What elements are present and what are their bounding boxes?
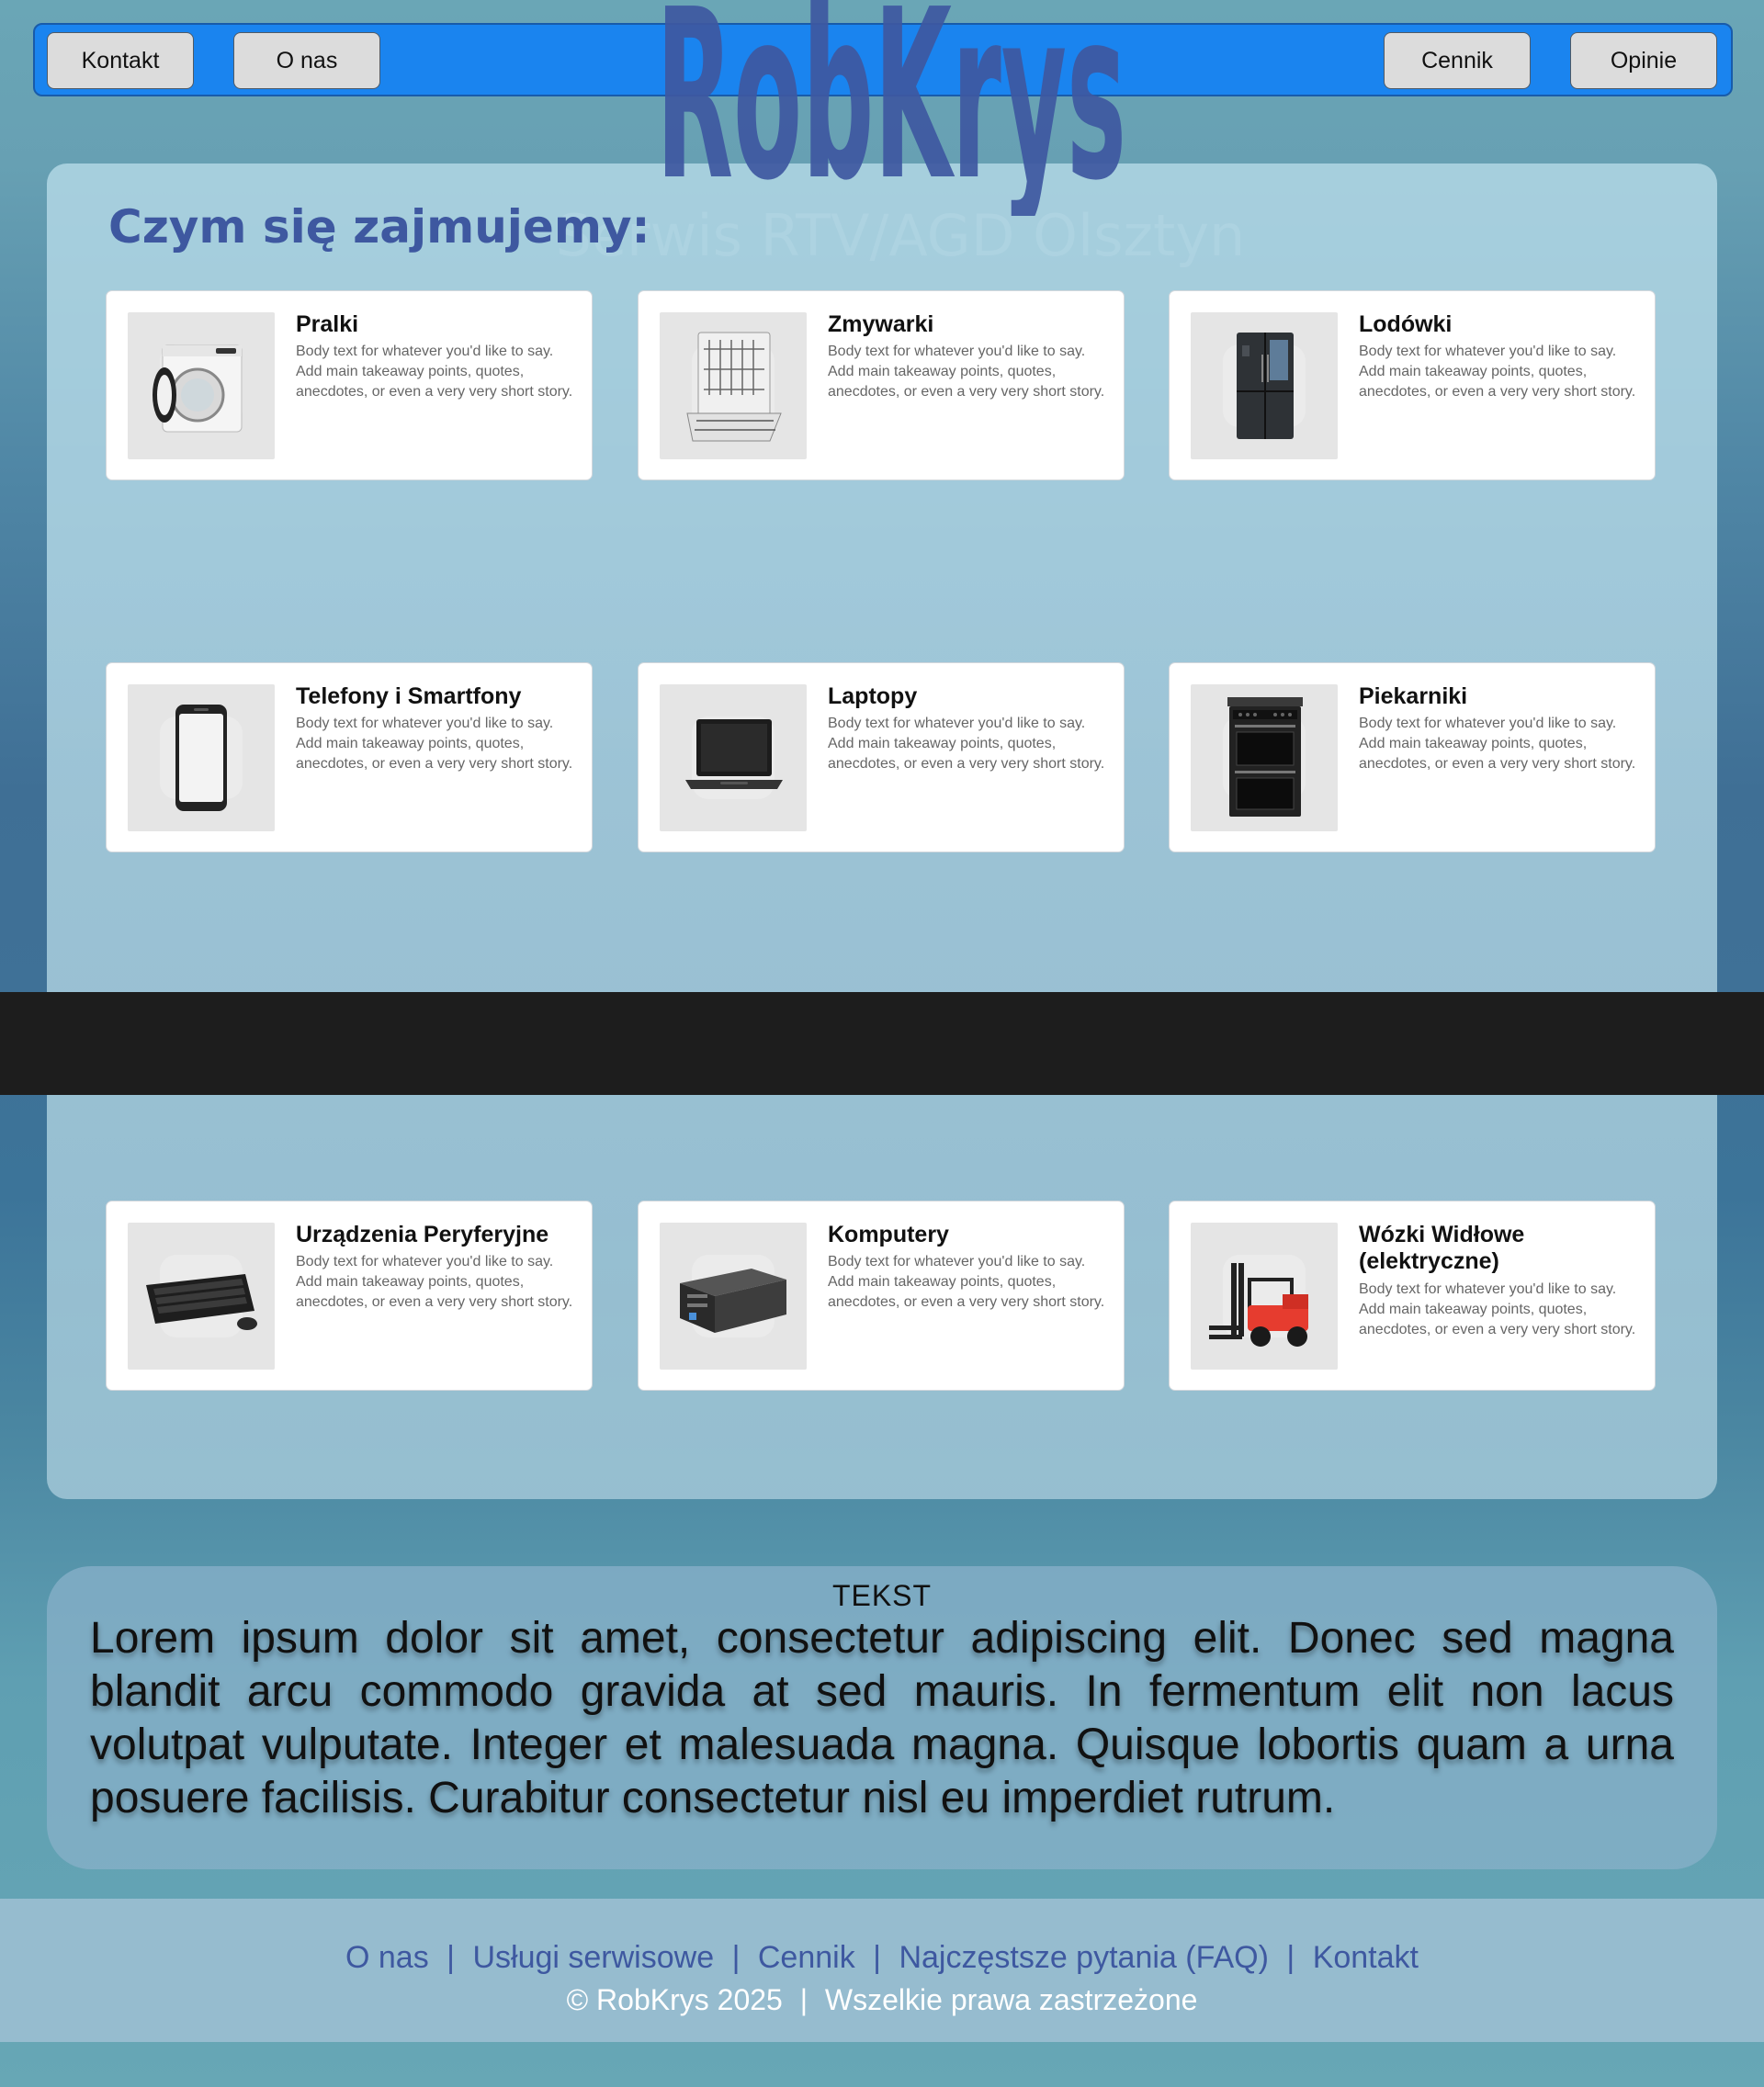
dark-strip	[0, 992, 1764, 1095]
footer-link-cennik[interactable]: Cennik	[758, 1940, 855, 1975]
card-body: Body text for whatever you'd like to say…	[828, 1254, 1105, 1310]
footer-separator: |	[1286, 1940, 1295, 1975]
footer: O nas | Usługi serwisowe | Cennik | Najc…	[0, 1899, 1764, 2042]
service-card-laptopy[interactable]: Laptopy Body text for whatever you'd lik…	[638, 662, 1125, 852]
text-section: TEKST Lorem ipsum dolor sit amet, consec…	[47, 1566, 1717, 1869]
service-card-komputery[interactable]: Komputery Body text for whatever you'd l…	[638, 1201, 1125, 1391]
card-body: Body text for whatever you'd like to say…	[296, 716, 573, 772]
copyright-text: © RobKrys 2025	[566, 1983, 783, 2016]
card-body: Body text for whatever you'd like to say…	[1359, 344, 1636, 400]
card-thumbnail	[128, 312, 275, 459]
text-section-body: Lorem ipsum dolor sit amet, consectetur …	[90, 1614, 1674, 1822]
card-title: Lodówki	[1359, 311, 1453, 337]
robkrys-logo[interactable]: RobKrys	[643, 0, 1139, 216]
card-body: Body text for whatever you'd like to say…	[1359, 1281, 1636, 1337]
washing-machine-icon	[153, 344, 243, 433]
card-thumbnail	[1191, 684, 1338, 831]
service-card-piekarniki[interactable]: Piekarniki Body text for whatever you'd …	[1169, 662, 1656, 852]
service-card-lodowki[interactable]: Lodówki Body text for whatever you'd lik…	[1169, 290, 1656, 480]
footer-separator: |	[447, 1940, 456, 1975]
logo-text: RobKrys	[656, 0, 1126, 216]
card-title: Laptopy	[828, 683, 918, 709]
footer-link-kontakt[interactable]: Kontakt	[1313, 1940, 1419, 1975]
nav-button-opinie[interactable]: Opinie	[1570, 32, 1717, 89]
card-body: Body text for whatever you'd like to say…	[828, 716, 1105, 772]
footer-links: O nas | Usługi serwisowe | Cennik | Najc…	[0, 1940, 1764, 1976]
card-body: Body text for whatever you'd like to say…	[828, 344, 1105, 400]
nav-button-o-nas[interactable]: O nas	[233, 32, 380, 89]
services-title: Czym się zajmujemy:	[108, 200, 650, 254]
card-thumbnail	[1191, 1223, 1338, 1370]
fridge-icon	[1237, 333, 1294, 439]
smartphone-icon	[175, 705, 227, 811]
forklift-icon	[1209, 1263, 1308, 1347]
service-card-telefony[interactable]: Telefony i Smartfony Body text for whate…	[106, 662, 593, 852]
card-thumbnail	[660, 312, 807, 459]
text-section-label: TEKST	[831, 1579, 933, 1612]
oven-icon	[1227, 697, 1303, 817]
card-thumbnail	[660, 684, 807, 831]
laptop-icon	[685, 719, 783, 789]
card-title: Wózki Widłowe (elektryczne)	[1359, 1222, 1525, 1274]
card-title: Pralki	[296, 311, 359, 337]
service-card-wozki-widlowe[interactable]: Wózki Widłowe (elektryczne) Body text fo…	[1169, 1201, 1656, 1391]
card-title: Telefony i Smartfony	[296, 683, 522, 709]
card-title: Komputery	[828, 1222, 949, 1247]
card-title: Piekarniki	[1359, 683, 1468, 709]
card-thumbnail	[660, 1223, 807, 1370]
footer-link-uslugi[interactable]: Usługi serwisowe	[472, 1940, 714, 1975]
footer-separator: |	[873, 1940, 881, 1975]
footer-separator: |	[731, 1940, 741, 1975]
rights-text: Wszelkie prawa zastrzeżone	[824, 1983, 1198, 2016]
desktop-computer-icon	[680, 1269, 786, 1333]
card-thumbnail	[128, 684, 275, 831]
nav-button-cennik[interactable]: Cennik	[1384, 32, 1531, 89]
service-card-peryferia[interactable]: Urządzenia Peryferyjne Body text for wha…	[106, 1201, 593, 1391]
footer-copyright-line: © RobKrys 2025 | Wszelkie prawa zastrzeż…	[0, 1983, 1764, 2017]
card-title: Zmywarki	[828, 311, 934, 337]
service-card-zmywarki[interactable]: Zmywarki Body text for whatever you'd li…	[638, 290, 1125, 480]
card-title: Urządzenia Peryferyjne	[296, 1222, 549, 1247]
card-thumbnail	[1191, 312, 1338, 459]
footer-separator: |	[799, 1983, 808, 2016]
card-body: Body text for whatever you'd like to say…	[296, 1254, 573, 1310]
footer-link-o-nas[interactable]: O nas	[345, 1940, 429, 1975]
service-card-pralki[interactable]: Pralki Body text for whatever you'd like…	[106, 290, 593, 480]
footer-link-faq[interactable]: Najczęstsze pytania (FAQ)	[899, 1940, 1268, 1975]
card-thumbnail	[128, 1223, 275, 1370]
keyboard-icon	[146, 1274, 257, 1330]
card-body: Body text for whatever you'd like to say…	[1359, 716, 1636, 772]
dishwasher-icon	[686, 332, 782, 442]
card-body: Body text for whatever you'd like to say…	[296, 344, 573, 400]
nav-button-kontakt[interactable]: Kontakt	[47, 32, 194, 89]
